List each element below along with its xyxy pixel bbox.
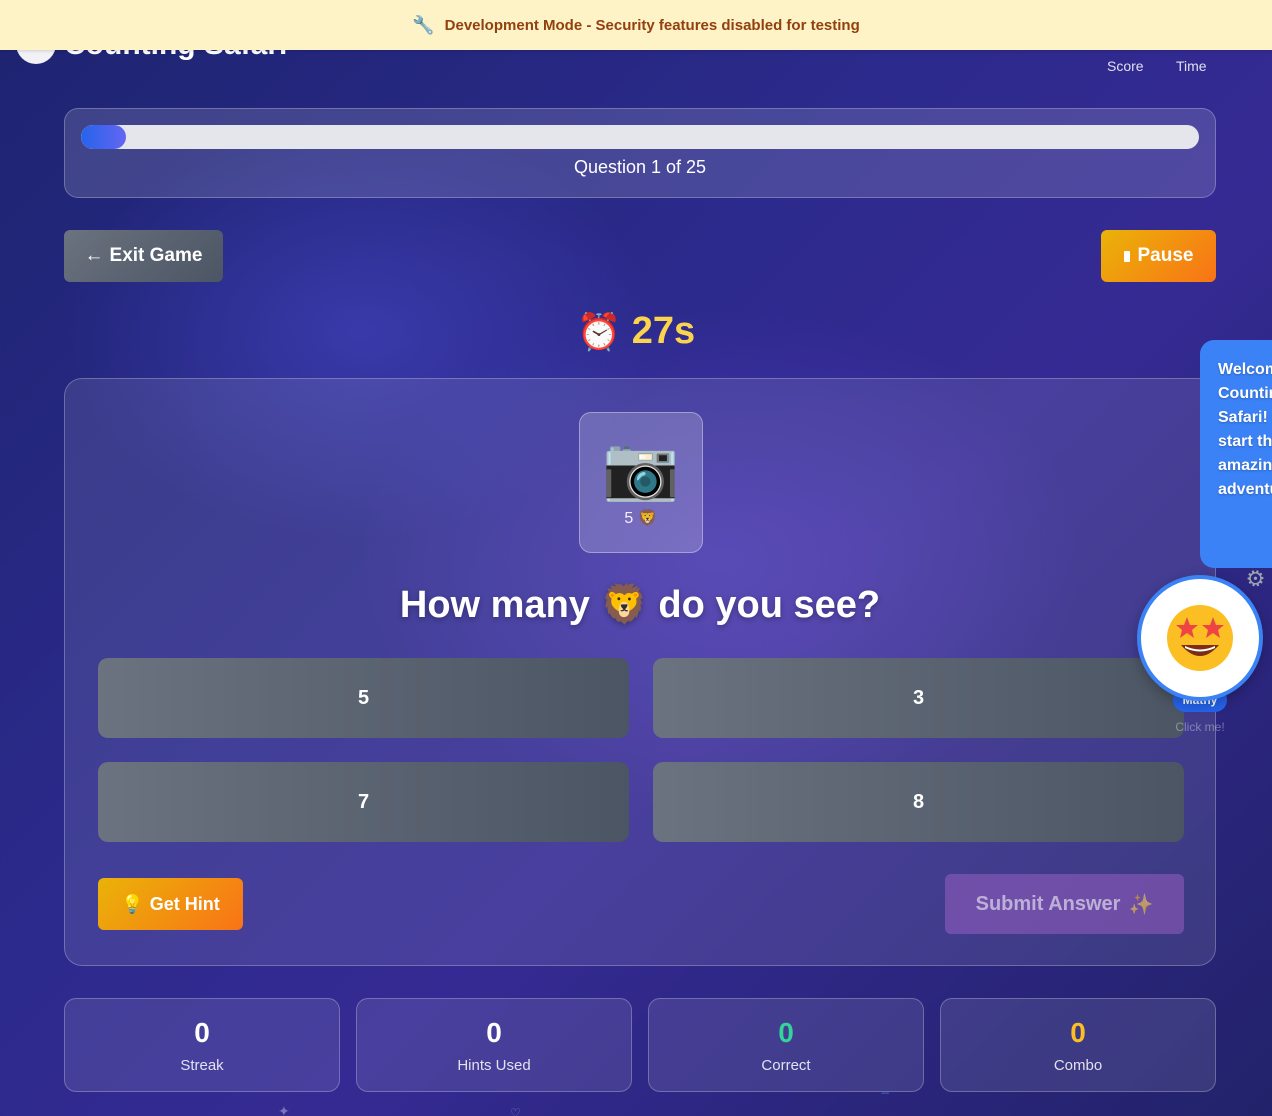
answer-option[interactable]: 5 (98, 658, 629, 738)
sparkle-decoration: ♡ (510, 1106, 521, 1116)
mascot-click-hint: Click me! (1175, 720, 1225, 734)
stat-value: 0 (486, 1017, 502, 1048)
progress-text: Question 1 of 25 (573, 157, 707, 177)
answer-option[interactable]: 8 (653, 762, 1184, 842)
question-card: 📷 5 🦁 How many 🦁 do you see? 5 3 7 8 💡 G… (64, 378, 1216, 966)
star-struck-face-icon (1167, 605, 1233, 671)
stat-label: Hints Used (457, 1057, 531, 1074)
stat-streak: 0 Streak (64, 998, 340, 1092)
sparkles-icon: ✨ (1128, 893, 1154, 916)
lightbulb-icon: 💡 (121, 893, 144, 914)
progress-panel: Question 1 of 25 (64, 108, 1216, 198)
header-time-label: Time (1176, 58, 1207, 74)
header-score-label: Score (1107, 58, 1144, 74)
stat-value: 0 (778, 1017, 794, 1048)
answer-option[interactable]: 3 (653, 658, 1184, 738)
alarm-clock-icon: ⏰ (576, 311, 622, 353)
pause-icon (1123, 250, 1130, 262)
progress-bar-fill (81, 125, 126, 149)
sparkle-decoration: − (880, 1086, 891, 1100)
robot-icon: ⚙ (1242, 564, 1270, 595)
exit-game-button[interactable]: ← Exit Game (64, 230, 223, 282)
submit-answer-button[interactable]: Submit Answer ✨ (945, 874, 1184, 934)
stat-label: Streak (180, 1057, 224, 1074)
camera-icon: 📷 (602, 431, 680, 504)
countdown-timer: ⏰ 27s (0, 310, 1272, 353)
timer-value: 27s (631, 310, 696, 352)
stat-value: 0 (194, 1017, 210, 1048)
stat-hints-used: 0 Hints Used (356, 998, 632, 1092)
question-image-caption: 5 🦁 (624, 510, 658, 527)
exit-game-label: Exit Game (109, 245, 203, 266)
stat-correct: 0 Correct (648, 998, 924, 1092)
get-hint-button[interactable]: 💡 Get Hint (98, 878, 243, 930)
answer-option[interactable]: 7 (98, 762, 629, 842)
stat-label: Correct (761, 1057, 811, 1074)
stat-value: 0 (1070, 1017, 1086, 1048)
stat-label: Combo (1053, 1057, 1103, 1074)
mascot-speech-text: Welcome to Counting Safari! Let's start … (1218, 361, 1272, 498)
stat-combo: 0 Combo (940, 998, 1216, 1092)
question-text: How many 🦁 do you see? (399, 584, 881, 626)
pause-label: Pause (1137, 245, 1194, 266)
dev-mode-text: Development Mode - Security features dis… (444, 16, 860, 34)
submit-answer-label: Submit Answer (975, 892, 1121, 915)
question-image: 📷 5 🦁 (579, 412, 703, 553)
progress-bar (81, 125, 1199, 149)
wrench-icon: 🔧 (412, 14, 435, 36)
dev-mode-banner: 🔧 Development Mode - Security features d… (0, 0, 1272, 50)
mascot-avatar[interactable] (1137, 575, 1263, 701)
get-hint-label: Get Hint (149, 893, 220, 914)
pause-button[interactable]: Pause (1101, 230, 1216, 282)
arrow-left-icon: ← (84, 245, 104, 266)
sparkle-decoration: ✦ (278, 1104, 290, 1116)
mascot-speech-bubble: Welcome to Counting Safari! Let's start … (1200, 340, 1272, 568)
